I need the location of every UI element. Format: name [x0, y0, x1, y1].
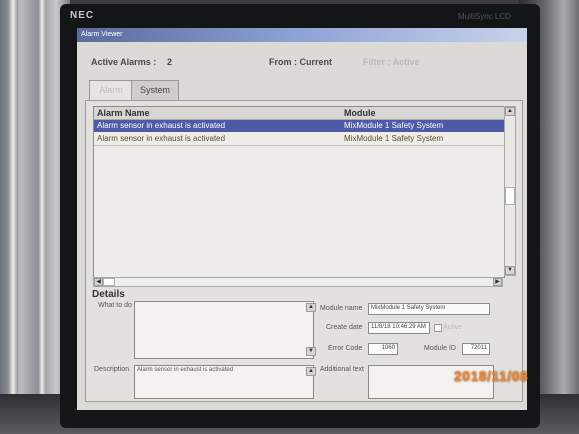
active-checkbox-label: Active	[443, 324, 463, 331]
create-date-label: Create date	[326, 324, 363, 331]
what-to-do-scroll-up-icon[interactable]: ▲	[306, 303, 316, 312]
active-alarms-label: Active Alarms :	[91, 57, 157, 67]
details-heading: Details	[92, 289, 125, 300]
error-code-field[interactable]: 1060	[368, 343, 398, 355]
what-to-do-textbox[interactable]	[134, 301, 314, 359]
description-scroll-up-icon[interactable]: ▲	[306, 367, 316, 376]
active-alarms-count: 2	[167, 57, 173, 67]
table-row[interactable]: Alarm sensor in exhaust is activated Mix…	[94, 133, 504, 146]
photo-date-stamp: 2018/11/08	[454, 368, 529, 384]
monitor-model-label: MultiSync LCD	[458, 12, 511, 21]
create-date-field[interactable]: 11/8/18 10:46:29 AM	[368, 322, 430, 334]
monitor-brand-logo: NEC	[70, 10, 95, 21]
scroll-thumb[interactable]	[505, 187, 515, 205]
scroll-thumb[interactable]	[103, 278, 115, 286]
module-cell: MixModule 1 Safety System	[344, 134, 444, 143]
background-pipe	[38, 0, 46, 434]
module-cell: MixModule 1 Safety System	[344, 121, 444, 130]
from-label: From : Current	[269, 57, 332, 67]
additional-text-label: Additional text	[320, 366, 364, 373]
scroll-right-arrow-icon[interactable]: ▶	[493, 278, 502, 286]
background-pipe	[8, 0, 18, 434]
module-name-field[interactable]: MixModule 1 Safety System	[368, 303, 490, 315]
table-row[interactable]: Alarm sensor in exhaust is activated Mix…	[94, 120, 504, 132]
filter-label: Filter : Active	[363, 57, 420, 67]
description-label: Description	[94, 366, 130, 373]
module-id-field[interactable]: 72011	[462, 343, 490, 355]
what-to-do-label: What to do	[98, 302, 132, 309]
tab-alarm[interactable]: Alarm	[89, 80, 133, 100]
scroll-up-arrow-icon[interactable]: ▲	[505, 107, 515, 116]
active-checkbox[interactable]	[434, 324, 442, 332]
what-to-do-scroll-down-icon[interactable]: ▼	[306, 347, 316, 356]
alarm-table: Alarm Name Module Alarm sensor in exhaus…	[93, 106, 505, 278]
alarm-name-cell: Alarm sensor in exhaust is activated	[97, 134, 226, 143]
error-code-label: Error Code	[328, 345, 363, 352]
table-header: Alarm Name Module	[94, 107, 504, 120]
scroll-left-arrow-icon[interactable]: ◀	[94, 278, 103, 286]
table-vertical-scrollbar[interactable]: ▲ ▼	[504, 106, 516, 276]
module-id-label: Module ID	[424, 345, 456, 352]
module-name-label: Module name	[320, 305, 363, 312]
scroll-down-arrow-icon[interactable]: ▼	[505, 266, 515, 275]
column-header-alarm-name[interactable]: Alarm Name	[97, 107, 150, 119]
alarm-viewer-window: Alarm Viewer Active Alarms : 2 From : Cu…	[77, 28, 527, 410]
description-textbox[interactable]: Alarm sensor in exhaust is activated	[134, 365, 314, 399]
alarm-summary-bar: Active Alarms : 2 From : Current Filter …	[83, 52, 521, 74]
table-horizontal-scrollbar[interactable]: ◀ ▶	[93, 277, 503, 287]
column-header-module[interactable]: Module	[344, 107, 376, 119]
window-title: Alarm Viewer	[77, 28, 527, 42]
tab-system[interactable]: System	[131, 80, 179, 100]
alarm-name-cell: Alarm sensor in exhaust is activated	[97, 121, 226, 130]
alarm-tab-panel: Alarm Name Module Alarm sensor in exhaus…	[85, 100, 523, 402]
